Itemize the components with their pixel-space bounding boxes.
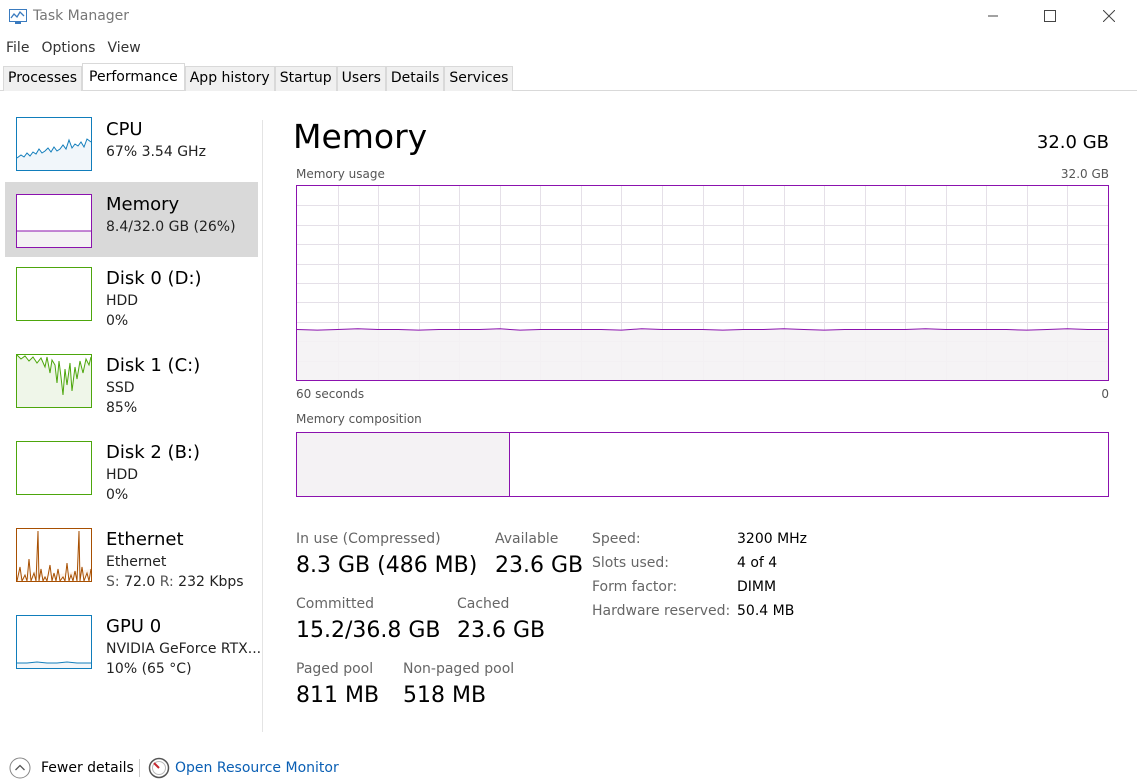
memory-usage-graph <box>296 185 1109 381</box>
sidebar-item-detail: HDD <box>106 467 139 483</box>
speed-value: 3200 MHz <box>737 531 808 547</box>
slots-used-label: Slots used: <box>592 555 669 571</box>
available-value: 23.6 GB <box>495 553 584 578</box>
composition-chart-label: Memory composition <box>296 412 422 426</box>
usage-chart-label: Memory usage <box>296 167 385 181</box>
cpu-thumbnail-graph <box>16 117 92 171</box>
sidebar-item-detail-2: 10% (65 °C) <box>106 661 192 677</box>
open-resource-monitor-link[interactable]: Open Resource Monitor <box>175 760 339 776</box>
gpu-0-thumbnail-graph <box>16 615 92 669</box>
usage-area <box>297 328 1108 380</box>
non-paged-pool-value: 518 MB <box>403 683 487 708</box>
resource-monitor-icon[interactable] <box>148 757 170 779</box>
sidebar-item-detail: 67% 3.54 GHz <box>106 144 206 160</box>
memory-composition-bar <box>296 432 1109 497</box>
sidebar-divider <box>262 120 263 732</box>
tab-startup[interactable]: Startup <box>274 66 337 91</box>
composition-in-use-segment[interactable] <box>297 433 511 496</box>
sidebar-item-detail: Ethernet <box>106 554 167 570</box>
available-label: Available <box>495 531 559 547</box>
minimize-button[interactable] <box>970 0 1016 32</box>
sidebar-item-disk-2[interactable]: Disk 2 (B:) HDD 0% <box>5 431 258 506</box>
tab-users[interactable]: Users <box>336 66 386 91</box>
committed-value: 15.2/36.8 GB <box>296 618 441 643</box>
sidebar-item-detail-2: 85% <box>106 400 138 416</box>
sidebar-item-detail: HDD <box>106 293 139 309</box>
sidebar-item-ethernet[interactable]: Ethernet Ethernet S: 72.0 R: 232 Kbps <box>5 518 258 593</box>
sidebar-item-disk-1[interactable]: Disk 1 (C:) SSD 85% <box>5 344 258 419</box>
sidebar-item-detail: 8.4/32.0 GB (26%) <box>106 219 236 235</box>
committed-label: Committed <box>296 596 374 612</box>
tab-services[interactable]: Services <box>444 66 514 91</box>
task-manager-app-icon <box>9 9 27 25</box>
menu-file[interactable]: File <box>0 37 35 59</box>
hardware-reserved-label: Hardware reserved: <box>592 603 731 619</box>
disk-1-thumbnail-graph <box>16 354 92 408</box>
sidebar-item-cpu[interactable]: CPU 67% 3.54 GHz <box>5 107 258 182</box>
sidebar-item-title: CPU <box>106 119 143 140</box>
page-title: Memory <box>293 117 428 156</box>
sidebar-item-memory[interactable]: Memory 8.4/32.0 GB (26%) <box>5 182 258 257</box>
memory-thumbnail-graph <box>16 194 92 248</box>
footer-separator <box>139 759 140 777</box>
sidebar-item-title: GPU 0 <box>106 616 162 637</box>
in-use-label: In use (Compressed) <box>296 531 441 547</box>
tab-performance[interactable]: Performance <box>82 63 185 90</box>
usage-chart-max: 32.0 GB <box>1060 167 1109 181</box>
sidebar-item-title: Ethernet <box>106 529 184 550</box>
cached-value: 23.6 GB <box>457 618 546 643</box>
sidebar-item-title: Memory <box>106 194 180 215</box>
receive-value: 232 Kbps <box>178 574 244 590</box>
menu-options[interactable]: Options <box>35 37 101 59</box>
slots-used-value: 4 of 4 <box>737 555 778 571</box>
tab-bar: Processes Performance App history Startu… <box>3 63 514 91</box>
time-axis-end: 0 <box>1101 387 1109 401</box>
ethernet-thumbnail-graph <box>16 528 92 583</box>
sidebar-item-detail-2: 0% <box>106 487 129 503</box>
maximize-button[interactable] <box>1027 0 1073 32</box>
receive-label: R: <box>159 574 174 590</box>
ethernet-throughput: S: 72.0 R: 232 Kbps <box>106 574 244 590</box>
paged-pool-value: 811 MB <box>296 683 380 708</box>
tab-processes[interactable]: Processes <box>3 66 83 91</box>
sidebar-item-gpu-0[interactable]: GPU 0 NVIDIA GeForce RTX... 10% (65 °C) <box>5 605 262 680</box>
footer-bar: Fewer details Open Resource Monitor <box>0 755 1137 782</box>
send-label: S: <box>106 574 120 590</box>
menu-view[interactable]: View <box>101 37 146 59</box>
form-factor-label: Form factor: <box>592 579 678 595</box>
tab-app-history[interactable]: App history <box>184 66 275 91</box>
send-value: 72.0 <box>124 574 156 590</box>
sidebar-item-detail: SSD <box>106 380 135 396</box>
close-icon <box>1103 10 1115 22</box>
sidebar-item-disk-0[interactable]: Disk 0 (D:) HDD 0% <box>5 257 258 332</box>
resource-sidebar: CPU 67% 3.54 GHz Memory 8.4/32.0 GB (26%… <box>0 91 262 741</box>
sidebar-item-title: Disk 0 (D:) <box>106 268 202 289</box>
title-bar[interactable]: Task Manager <box>0 0 1137 34</box>
in-use-value: 8.3 GB (486 MB) <box>296 553 478 578</box>
paged-pool-label: Paged pool <box>296 661 374 677</box>
disk-2-thumbnail-graph <box>16 441 92 495</box>
sidebar-item-detail-2: 0% <box>106 313 129 329</box>
fewer-details-link[interactable]: Fewer details <box>41 760 134 776</box>
sidebar-item-detail: NVIDIA GeForce RTX... <box>106 641 262 657</box>
tab-details[interactable]: Details <box>385 66 445 91</box>
window-title: Task Manager <box>33 8 130 24</box>
non-paged-pool-label: Non-paged pool <box>403 661 515 677</box>
menu-bar: File Options View <box>0 37 147 59</box>
memory-usage-svg <box>296 186 1108 380</box>
sidebar-item-title: Disk 2 (B:) <box>106 442 201 463</box>
chevron-up-icon[interactable] <box>9 757 31 779</box>
speed-label: Speed: <box>592 531 641 547</box>
time-axis-start: 60 seconds <box>296 387 365 401</box>
close-button[interactable] <box>1086 0 1132 32</box>
form-factor-value: DIMM <box>737 579 777 595</box>
disk-0-thumbnail-graph <box>16 267 92 321</box>
memory-total: 32.0 GB <box>1036 132 1109 153</box>
cached-label: Cached <box>457 596 510 612</box>
sidebar-item-title: Disk 1 (C:) <box>106 355 201 376</box>
hardware-reserved-value: 50.4 MB <box>737 603 795 619</box>
